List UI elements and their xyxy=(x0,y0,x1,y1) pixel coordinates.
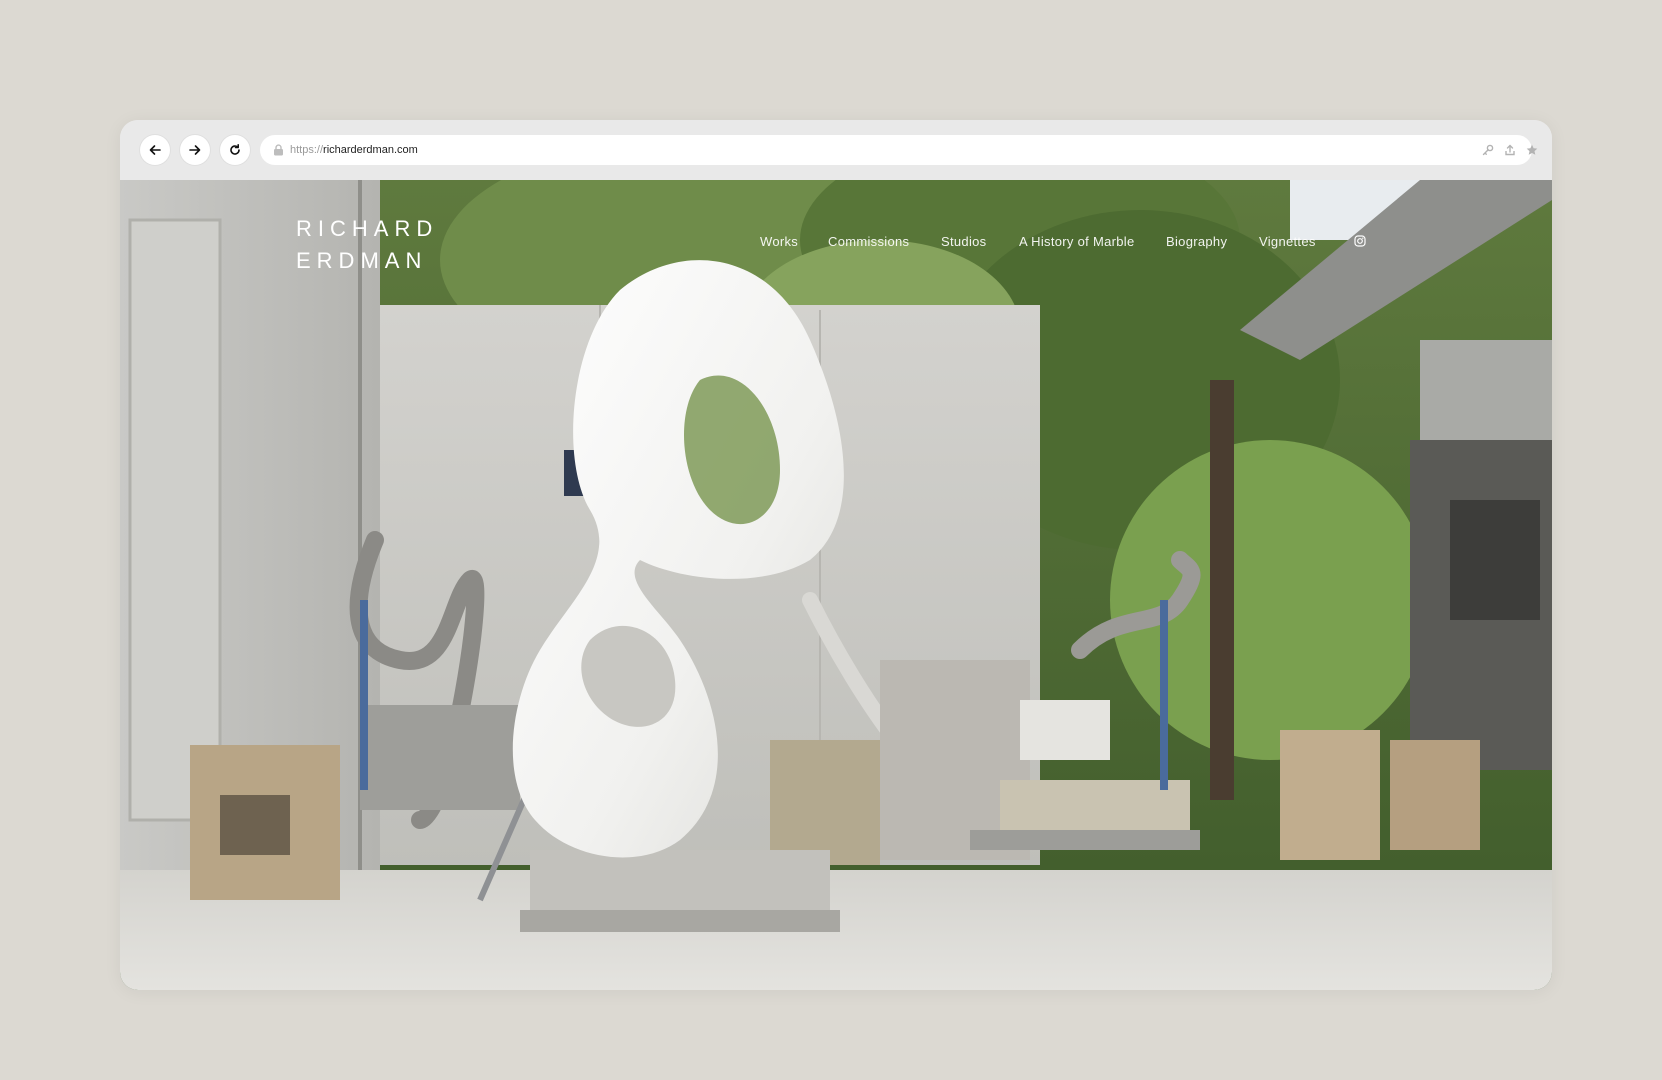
page-viewport: RICHARD ERDMAN Works Commissions Studios… xyxy=(120,180,1552,990)
star-icon[interactable] xyxy=(1526,144,1538,156)
main-nav: Works Commissions Studios A History of M… xyxy=(120,232,1552,250)
back-arrow-icon xyxy=(149,145,161,155)
nav-works[interactable]: Works xyxy=(760,234,798,249)
reload-icon xyxy=(230,144,240,155)
url-text: https://richarderdman.com xyxy=(290,143,418,157)
url-protocol: https:// xyxy=(290,144,324,156)
hero-image xyxy=(120,180,1552,990)
reload-button[interactable] xyxy=(220,135,250,165)
back-button[interactable] xyxy=(140,135,170,165)
browser-window: https://richarderdman.com RICHARD ERDMAN… xyxy=(120,120,1552,990)
nav-history-of-marble[interactable]: A History of Marble xyxy=(1019,234,1135,249)
url-host: richarderdman.com xyxy=(323,144,418,156)
nav-commissions[interactable]: Commissions xyxy=(828,234,909,249)
browser-toolbar: https://richarderdman.com xyxy=(120,120,1552,180)
instagram-icon[interactable] xyxy=(1354,235,1366,247)
nav-biography[interactable]: Biography xyxy=(1166,234,1227,249)
nav-vignettes[interactable]: Vignettes xyxy=(1259,234,1316,249)
forward-button[interactable] xyxy=(180,135,210,165)
address-bar[interactable]: https://richarderdman.com xyxy=(260,135,1538,165)
share-icon[interactable] xyxy=(1504,144,1516,156)
forward-arrow-icon xyxy=(189,145,201,155)
nav-studios[interactable]: Studios xyxy=(941,234,986,249)
key-icon[interactable] xyxy=(1482,144,1494,156)
lock-icon xyxy=(274,144,283,156)
